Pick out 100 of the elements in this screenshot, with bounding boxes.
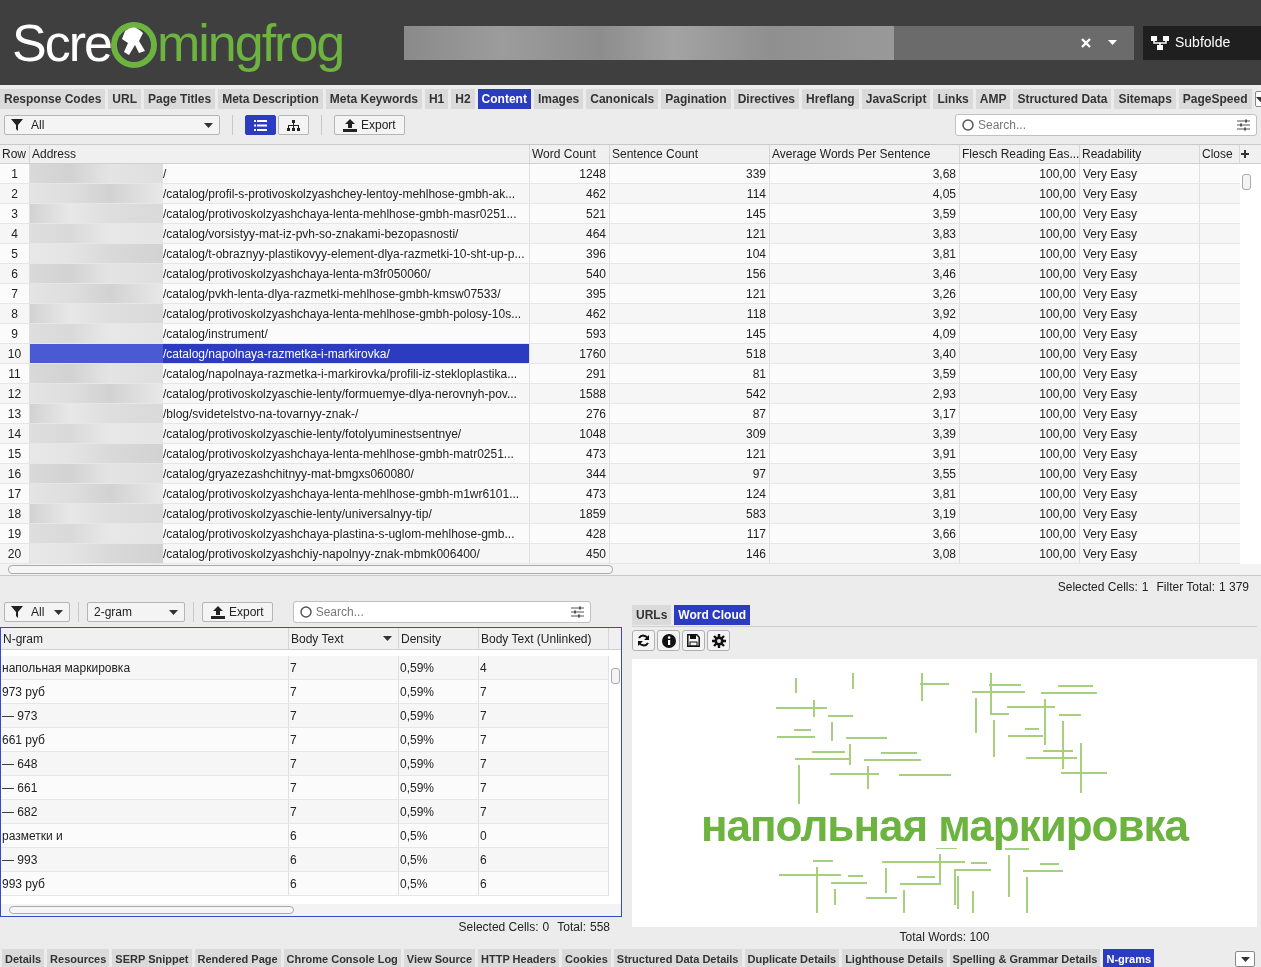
table-row[interactable]: 10 /catalog/napolnaya-razmetka-i-markirovka/ 1760 518 3,40 100,00 Very Easy [0, 344, 1240, 364]
search-field[interactable]: Search... [292, 601, 591, 623]
tab[interactable]: Cookies [562, 949, 611, 967]
ngram-size-dropdown[interactable]: 2-gram [87, 602, 185, 622]
table-row[interactable]: 11 /catalog/napolnaya-razmetka-i-markirovka/profili-iz-stekloplastika... 291 81 3,59 100,00 Very Easy [0, 364, 1240, 384]
table-row[interactable]: 20 /catalog/protivoskolzyashchiy-napolnyy-znak-mbmk006400/ 450 146 3,08 100,00 Very Easy [0, 544, 1240, 564]
table-row[interactable]: 4 /catalog/vorsistyy-mat-iz-pvh-so-znakami-bezopasnosti/ 464 121 3,83 100,00 Very Easy [0, 224, 1240, 244]
tab[interactable]: H2 [451, 89, 475, 109]
tab[interactable]: Hreflang [802, 89, 859, 109]
tab[interactable]: Structured Data Details [613, 949, 742, 967]
table-row[interactable]: 15 /catalog/protivoskolzyashchaya-lenta-mehlhose-gmbh-matr0251... 473 121 3,91 100,00 Very Easy [0, 444, 1240, 464]
column-header[interactable]: Flesch Reading Eas... [960, 145, 1080, 163]
search-field[interactable]: Search... [955, 114, 1257, 136]
tab[interactable]: Resources [47, 949, 110, 967]
tab[interactable]: Rendered Page [194, 949, 281, 967]
settings-button[interactable] [707, 630, 730, 652]
tab[interactable]: Pagination [661, 89, 731, 109]
table-row[interactable]: 9 /catalog/instrument/ 593 145 4,09 100,00 Very Easy [0, 324, 1240, 344]
tab[interactable]: Links [933, 89, 973, 109]
settings-sliders-icon[interactable] [570, 606, 584, 618]
tab[interactable]: Spelling & Grammar Details [949, 949, 1101, 967]
tab[interactable]: Directives [733, 89, 799, 109]
table-cell: 2,93 [770, 384, 960, 403]
tab[interactable]: URL [108, 89, 142, 109]
column-header[interactable]: Body Text (Unlinked) [479, 628, 609, 649]
sort-descending-icon[interactable] [383, 636, 392, 641]
settings-sliders-icon[interactable] [1237, 119, 1250, 131]
search-input[interactable]: Search... [978, 116, 1233, 134]
table-row[interactable]: 14 /catalog/protivoskolzyaschie-lenty/fotolyuminestsentnye/ 1048 309 3,39 100,00 Very Easy [0, 424, 1240, 444]
filter-dropdown[interactable]: All [4, 115, 220, 135]
upload-icon [343, 118, 357, 132]
column-header[interactable]: Row [0, 145, 30, 163]
table-row[interactable]: 19 /catalog/protivoskolzyashchaya-plastina-s-uglom-mehlhose-gmb... 428 117 3,66 100,00 Very Easy [0, 524, 1240, 544]
tab[interactable]: View Source [403, 949, 476, 967]
clear-icon[interactable] [1081, 37, 1091, 48]
tab[interactable]: Page Titles [144, 89, 216, 109]
tab[interactable]: Canonicals [586, 89, 659, 109]
table-row[interactable]: 7 /catalog/pvkh-lenta-dlya-razmetki-mehlhose-gmbh-kmsw07533/ 395 121 3,26 100,00 Very Easy [0, 284, 1240, 304]
tab[interactable]: Images [533, 89, 584, 109]
column-header[interactable]: Density [399, 628, 479, 649]
tab[interactable]: Lighthouse Details [842, 949, 947, 967]
tree-view-button[interactable] [278, 115, 309, 135]
table-row[interactable]: 5 /catalog/t-obraznyy-plastikovyy-element-dlya-razmetki-10-sht-up-p... 396 104 3,81 100,00 Very Easy [0, 244, 1240, 264]
caret-icon[interactable] [1108, 40, 1117, 45]
table-cell: 3,39 [770, 424, 960, 443]
refresh-button[interactable] [632, 630, 655, 652]
column-header[interactable]: Close [1200, 145, 1240, 163]
table-row[interactable]: 18 /catalog/protivoskolzyaschie-lenty/universalnyy-tip/ 1859 583 3,19 100,00 Very Easy [0, 504, 1240, 524]
tab[interactable]: H1 [424, 89, 449, 109]
table-row[interactable]: 1 / 1248 339 3,68 100,00 Very Easy [0, 164, 1240, 184]
table-row[interactable]: 13 /blog/svidetelstvo-na-tovarnyy-znak-/ 276 87 3,17 100,00 Very Easy [0, 404, 1240, 424]
horizontal-scrollbar[interactable] [0, 564, 1261, 575]
info-button[interactable] [657, 630, 680, 652]
export-button[interactable]: Export [202, 602, 273, 622]
table-row[interactable]: 16 /catalog/gryazezashchitnyy-mat-bmgxs060080/ 344 97 3,55 100,00 Very Easy [0, 464, 1240, 484]
column-header[interactable]: Sentence Count [610, 145, 770, 163]
table-row[interactable]: 6 /catalog/protivoskolzyashchaya-lenta-m3fr050060/ 540 156 3,46 100,00 Very Easy [0, 264, 1240, 284]
table-row[interactable]: 12 /catalog/protivoskolzyaschie-lenty/formuemye-dlya-nerovnyh-pov... 1588 542 2,93 100,00 Very Easy [0, 384, 1240, 404]
column-header[interactable]: Body Text [289, 628, 399, 649]
list-view-button[interactable] [245, 115, 276, 135]
tab[interactable]: Duplicate Details [744, 949, 840, 967]
address-bar[interactable] [404, 25, 1134, 60]
column-header[interactable]: Average Words Per Sentence [770, 145, 960, 163]
search-input[interactable]: Search... [315, 603, 567, 621]
table-row[interactable]: 8 /catalog/protivoskolzyashchaya-lenta-mehlhose-gmbh-polosy-10s... 462 118 3,92 100,00 Very Easy [0, 304, 1240, 324]
tab[interactable]: SERP Snippet [112, 949, 192, 967]
mode-button[interactable]: Subfolde [1143, 25, 1261, 60]
tab[interactable]: Details [2, 949, 45, 967]
filter-dropdown[interactable]: All [4, 602, 70, 622]
tab[interactable]: PageSpeed [1178, 89, 1252, 109]
column-header[interactable]: N-gram [1, 628, 289, 649]
tab[interactable]: AMP [975, 89, 1011, 109]
tab[interactable]: Meta Keywords [325, 89, 422, 109]
table-row[interactable]: 2 /catalog/profil-s-protivoskolzyashchey-lentoy-mehlhose-gmbh-ak... 462 114 4,05 100,00 Very Easy [0, 184, 1240, 204]
table-cell: 309 [610, 424, 770, 443]
tab[interactable]: HTTP Headers [478, 949, 560, 967]
tab[interactable]: Meta Description [218, 89, 323, 109]
tab[interactable]: Chrome Console Log [283, 949, 401, 967]
column-header[interactable]: Word Count [530, 145, 610, 163]
table-cell: 100,00 [960, 264, 1080, 283]
column-header[interactable]: Readability [1080, 145, 1200, 163]
table-cell: 117 [610, 524, 770, 543]
tab[interactable]: Content [477, 89, 531, 109]
column-header[interactable]: Address [30, 145, 530, 163]
tab[interactable]: URLs [632, 604, 672, 625]
tab[interactable]: Structured Data [1013, 89, 1112, 109]
horizontal-scrollbar[interactable] [1, 904, 621, 916]
tab[interactable]: Response Codes [0, 89, 106, 109]
tab[interactable]: Sitemaps [1114, 89, 1176, 109]
table-row[interactable]: 3 /catalog/protivoskolzyashchaya-lenta-mehlhose-gmbh-masr0251... 521 145 3,59 100,00 Very Easy [0, 204, 1240, 224]
tab[interactable]: JavaScript [861, 89, 931, 109]
table-cell: 100,00 [960, 404, 1080, 423]
tab[interactable]: Word Cloud [674, 604, 751, 625]
more-tabs-button[interactable] [1235, 951, 1255, 967]
table-row[interactable]: 17 /catalog/protivoskolzyashchaya-lenta-mehlhose-gmbh-m1wr6101... 473 124 3,81 100,00 Very Easy [0, 484, 1240, 504]
save-button[interactable] [682, 630, 705, 652]
export-button[interactable]: Export [334, 115, 405, 135]
ngram-cell: — 682 [1, 800, 289, 823]
tab[interactable]: N-grams [1103, 949, 1155, 967]
table-cell: 100,00 [960, 444, 1080, 463]
